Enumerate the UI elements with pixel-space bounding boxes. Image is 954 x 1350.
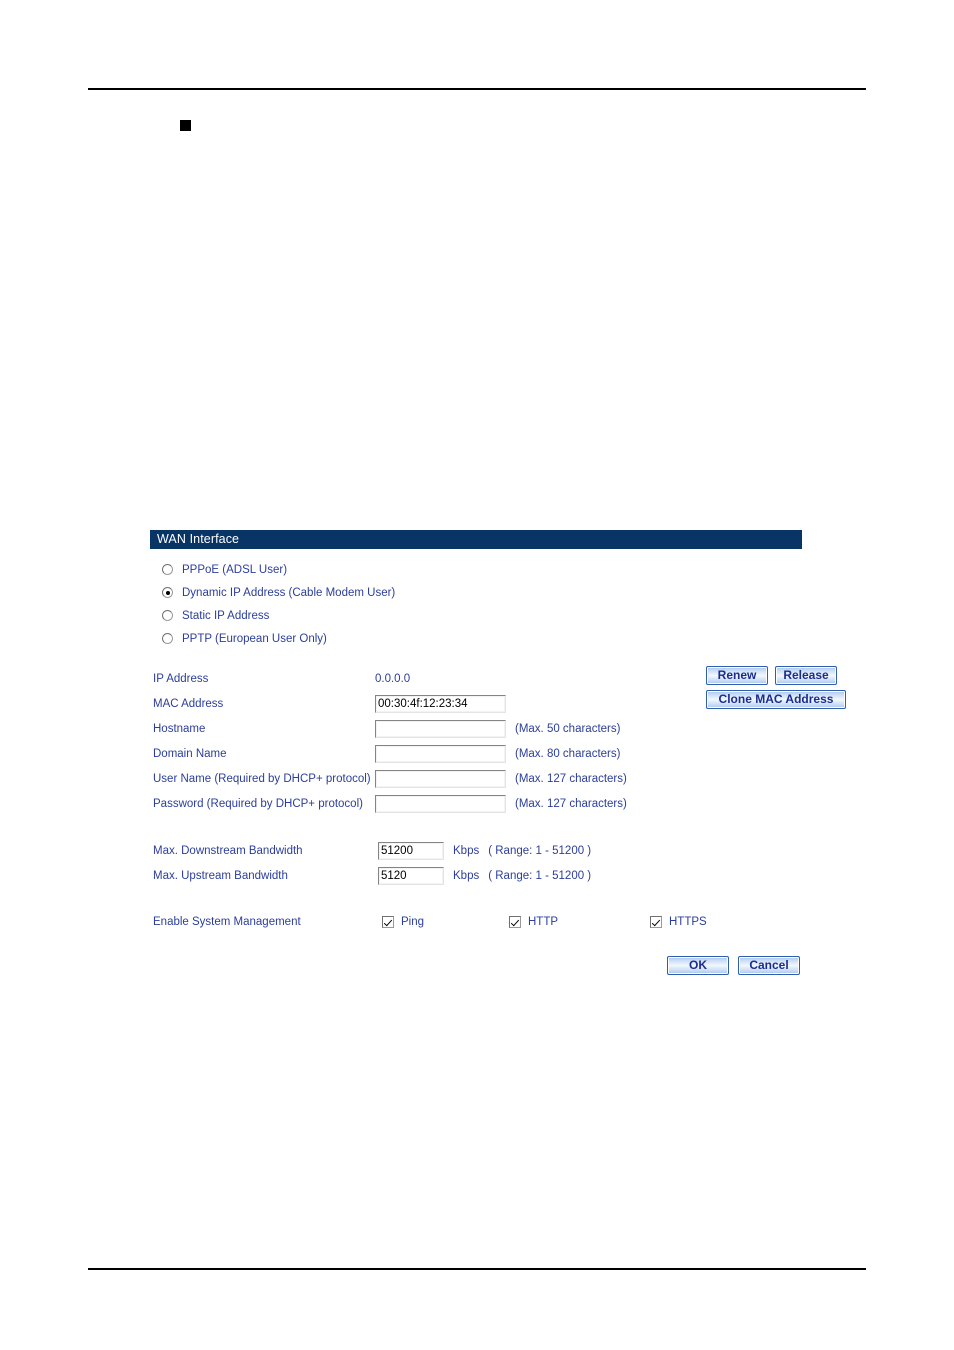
domain-name-input[interactable] xyxy=(375,744,506,763)
field-row-hostname: Hostname (Max. 50 characters) xyxy=(152,716,802,741)
checkbox-icon-ping[interactable] xyxy=(382,916,394,928)
section-bullet-marker xyxy=(180,120,191,131)
radio-option-pptp[interactable]: PPTP (European User Only) xyxy=(162,627,802,650)
ok-button[interactable]: OK xyxy=(667,956,729,975)
user-name-label: User Name (Required by DHCP+ protocol) xyxy=(153,772,371,785)
field-row-ip-address: IP Address 0.0.0.0 xyxy=(152,666,802,691)
upstream-bandwidth-unit: Kbps xyxy=(453,869,480,882)
checkbox-label-http: HTTP xyxy=(528,916,559,928)
radio-label-pptp: PPTP (European User Only) xyxy=(182,632,327,645)
checkbox-icon-https[interactable] xyxy=(650,916,662,928)
system-management-label: Enable System Management xyxy=(153,916,301,928)
password-label: Password (Required by DHCP+ protocol) xyxy=(153,797,363,810)
system-management-row: Enable System Management Ping HTTP HTTPS xyxy=(150,910,802,934)
password-input[interactable] xyxy=(375,794,506,813)
radio-option-static-ip[interactable]: Static IP Address xyxy=(162,604,802,627)
radio-option-pppoe[interactable]: PPPoE (ADSL User) xyxy=(162,558,802,581)
radio-label-dynamic-ip: Dynamic IP Address (Cable Modem User) xyxy=(182,586,396,599)
hostname-hint: (Max. 50 characters) xyxy=(515,722,621,735)
upstream-bandwidth-label: Max. Upstream Bandwidth xyxy=(153,869,288,882)
checkbox-label-ping: Ping xyxy=(401,916,425,928)
radio-option-dynamic-ip[interactable]: Dynamic IP Address (Cable Modem User) xyxy=(162,581,802,604)
field-row-password: Password (Required by DHCP+ protocol) (M… xyxy=(152,791,802,816)
checkbox-option-http[interactable]: HTTP xyxy=(509,916,650,928)
cancel-button[interactable]: Cancel xyxy=(738,956,800,975)
domain-name-label: Domain Name xyxy=(153,747,227,760)
field-row-user-name: User Name (Required by DHCP+ protocol) (… xyxy=(152,766,802,791)
radio-icon-pppoe[interactable] xyxy=(162,564,173,575)
form-action-buttons: OK Cancel xyxy=(150,956,802,986)
downstream-bandwidth-unit: Kbps xyxy=(453,844,480,857)
radio-icon-dynamic-ip[interactable] xyxy=(162,587,173,598)
checkbox-option-https[interactable]: HTTPS xyxy=(650,916,707,928)
footer-rule xyxy=(88,1268,866,1270)
field-row-mac-address: MAC Address xyxy=(152,691,802,716)
downstream-bandwidth-range: ( Range: 1 - 51200 ) xyxy=(488,844,592,857)
field-row-downstream-bandwidth: Max. Downstream Bandwidth Kbps ( Range: … xyxy=(152,838,802,863)
mac-address-input[interactable] xyxy=(375,694,506,713)
checkbox-option-ping[interactable]: Ping xyxy=(382,916,509,928)
hostname-input[interactable] xyxy=(375,719,506,738)
downstream-bandwidth-input[interactable] xyxy=(378,841,444,860)
radio-label-pppoe: PPPoE (ADSL User) xyxy=(182,563,288,576)
radio-icon-static-ip[interactable] xyxy=(162,610,173,621)
connection-mode-group: PPPoE (ADSL User) Dynamic IP Address (Ca… xyxy=(150,549,802,650)
checkbox-icon-http[interactable] xyxy=(509,916,521,928)
upstream-bandwidth-input[interactable] xyxy=(378,866,444,885)
ip-address-label: IP Address xyxy=(153,672,209,685)
wan-settings-fields: Renew Release Clone MAC Address IP Addre… xyxy=(150,666,846,816)
panel-body: PPPoE (ADSL User) Dynamic IP Address (Ca… xyxy=(150,549,846,986)
domain-name-hint: (Max. 80 characters) xyxy=(515,747,621,760)
panel-title: WAN Interface xyxy=(150,530,802,549)
field-row-upstream-bandwidth: Max. Upstream Bandwidth Kbps ( Range: 1 … xyxy=(152,863,802,888)
user-name-hint: (Max. 127 characters) xyxy=(515,772,627,785)
downstream-bandwidth-label: Max. Downstream Bandwidth xyxy=(153,844,303,857)
upstream-bandwidth-range: ( Range: 1 - 51200 ) xyxy=(488,869,592,882)
wan-interface-panel: WAN Interface PPPoE (ADSL User) Dynamic … xyxy=(150,530,846,986)
user-name-input[interactable] xyxy=(375,769,506,788)
ip-address-value: 0.0.0.0 xyxy=(375,672,411,685)
mac-address-label: MAC Address xyxy=(153,697,224,710)
radio-icon-pptp[interactable] xyxy=(162,633,173,644)
password-hint: (Max. 127 characters) xyxy=(515,797,627,810)
hostname-label: Hostname xyxy=(153,722,206,735)
radio-label-static-ip: Static IP Address xyxy=(182,609,270,622)
field-row-domain-name: Domain Name (Max. 80 characters) xyxy=(152,741,802,766)
bandwidth-settings: Max. Downstream Bandwidth Kbps ( Range: … xyxy=(150,838,802,888)
checkbox-label-https: HTTPS xyxy=(669,916,707,928)
header-rule xyxy=(88,88,866,90)
